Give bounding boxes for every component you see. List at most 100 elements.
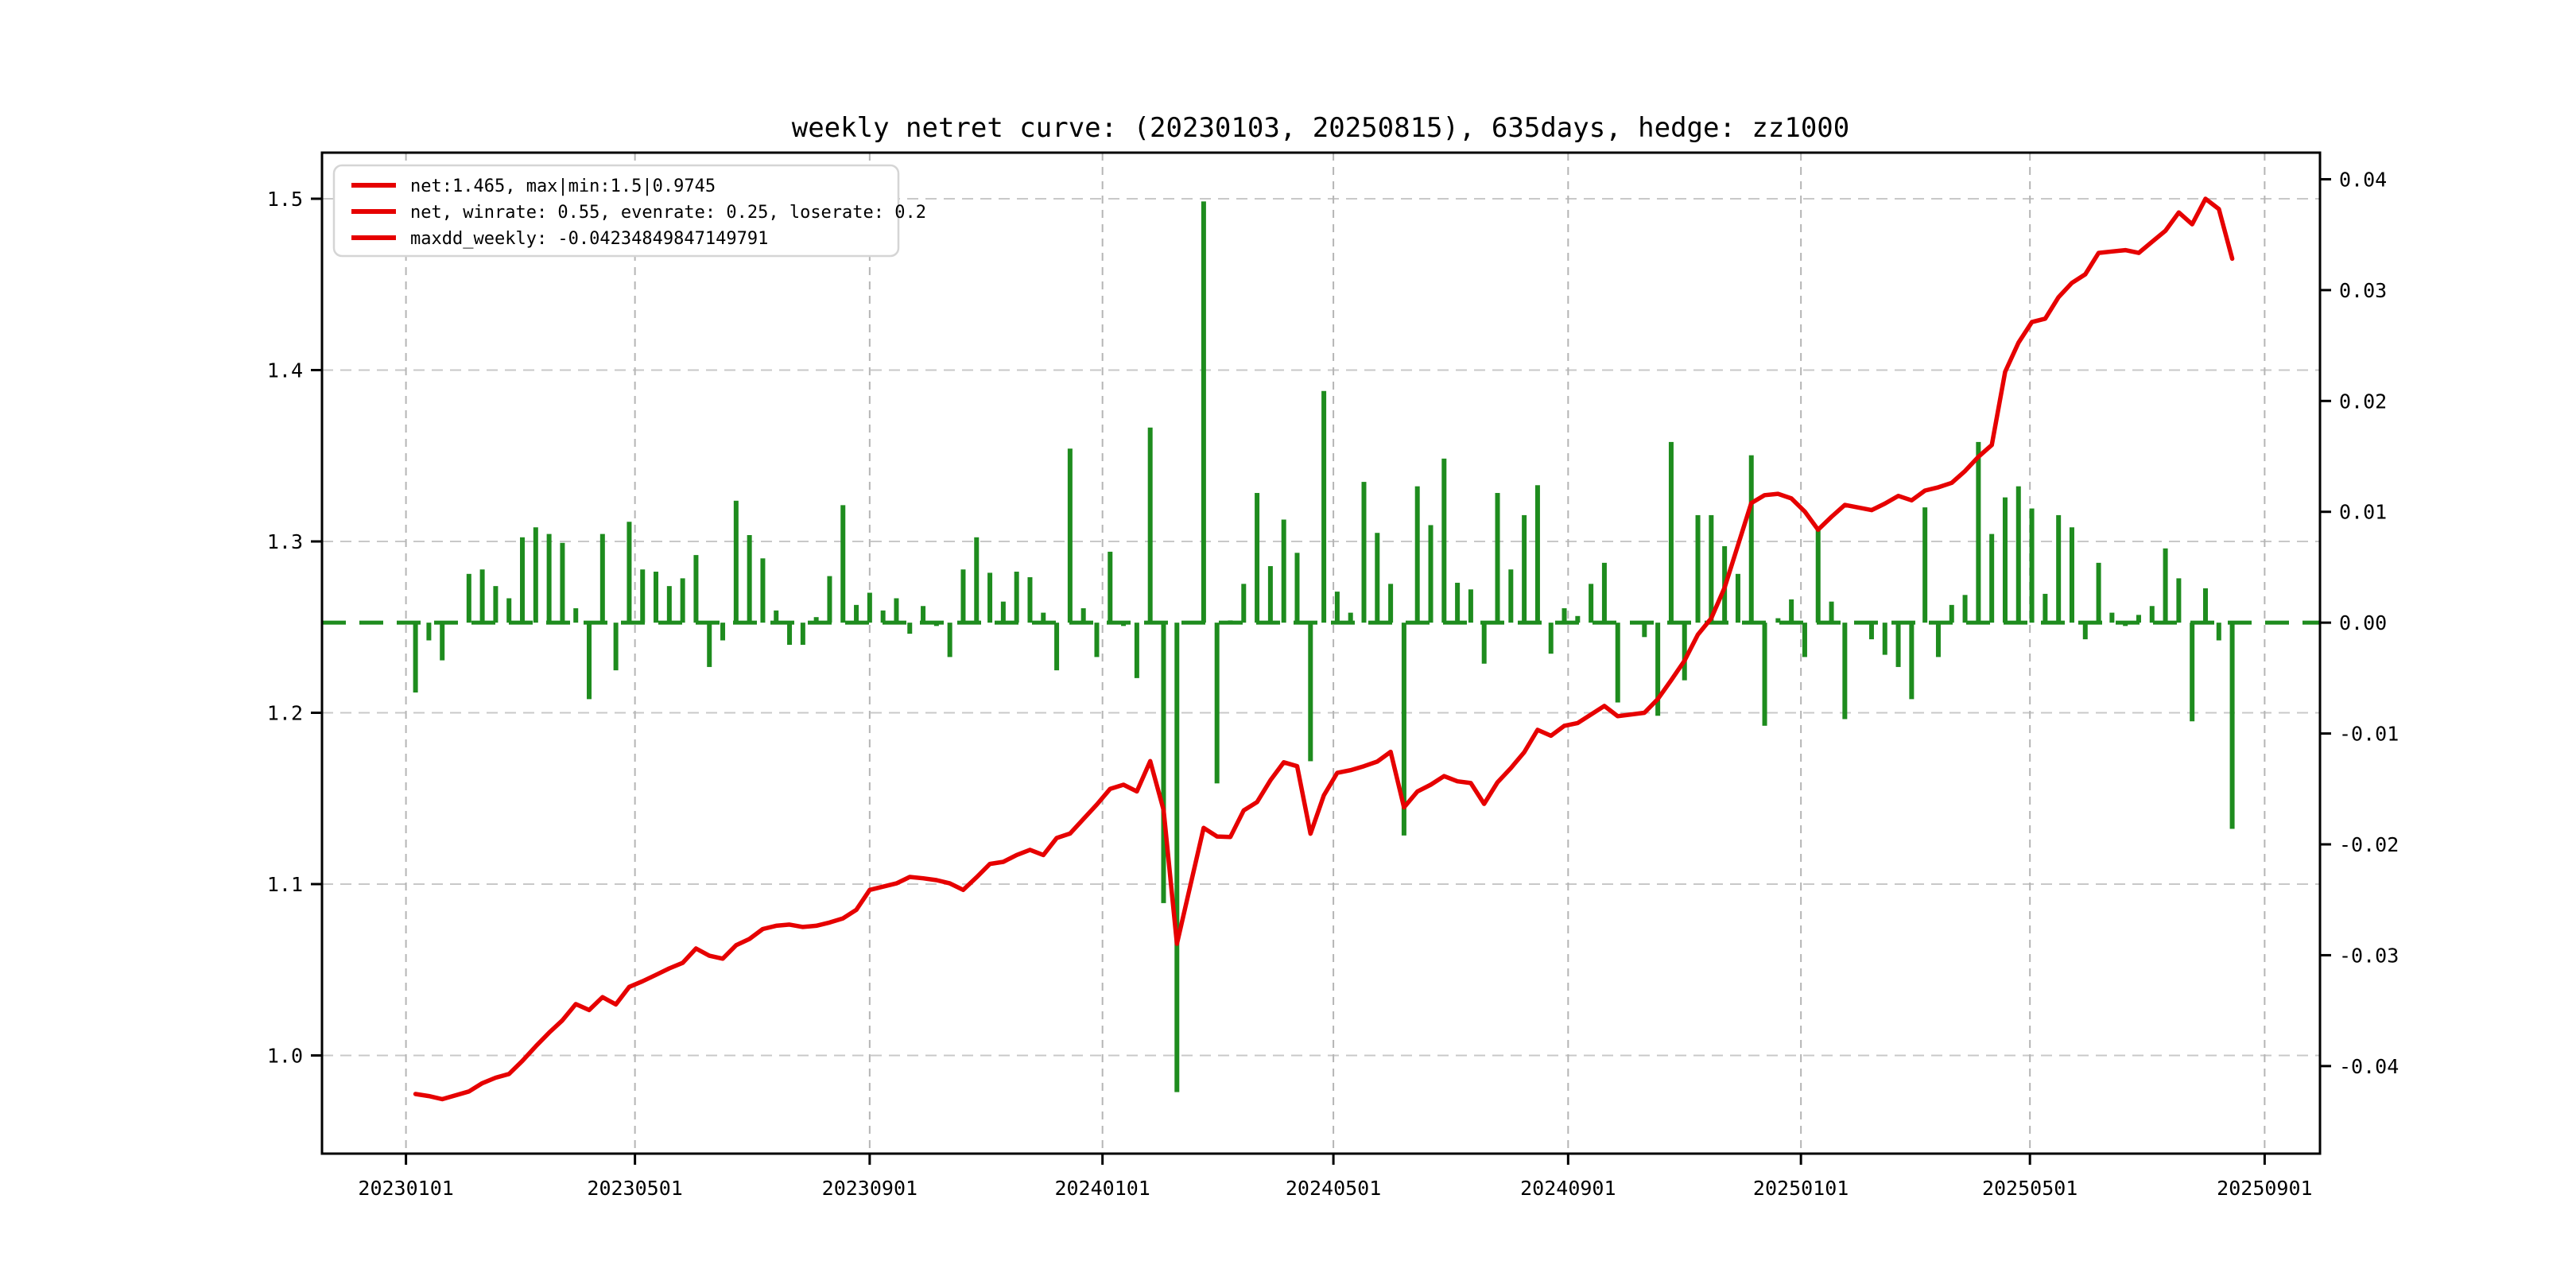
return-bar [894, 598, 899, 623]
return-bar [1054, 623, 1060, 671]
return-bar [1094, 623, 1100, 658]
return-bar [747, 535, 752, 623]
return-bar [2149, 606, 2155, 623]
return-bar [1441, 458, 1447, 623]
return-bar [1267, 566, 1273, 623]
y-right-tick-label: -0.01 [2339, 723, 2399, 746]
return-bar [1949, 604, 1954, 623]
return-bar [506, 598, 512, 623]
return-bar [1000, 601, 1006, 623]
return-bar [1414, 486, 1420, 623]
return-bar [613, 623, 619, 671]
netret-chart-figure: 20230101 20230501 20230901 20240101 20240501… [0, 0, 2576, 1288]
return-bar [800, 623, 805, 646]
y-left-tick-label: 1.5 [267, 188, 303, 211]
return-bar [1361, 482, 1367, 623]
return-bar [1695, 514, 1701, 623]
return-bar [1682, 623, 1687, 681]
return-bar [1428, 525, 1433, 623]
return-bar [493, 586, 499, 623]
return-bar [1962, 595, 1968, 623]
legend: net:1.465, max|min:1.5|0.9745 net, winra… [332, 164, 926, 258]
return-bar [666, 586, 672, 623]
y-left-tick-label: 1.2 [267, 701, 303, 724]
return-bar [1321, 390, 1327, 623]
return-bar [2069, 527, 2074, 623]
y-left-tick-label: 1.1 [267, 873, 303, 896]
return-bar [840, 505, 846, 623]
return-bar [1548, 623, 1554, 654]
return-bar [1601, 562, 1607, 623]
return-bar [1281, 519, 1286, 623]
return-bar [1468, 589, 1473, 623]
return-bar [2056, 514, 2062, 623]
return-bar [974, 537, 980, 623]
y-left-tick-label: 1.3 [267, 530, 303, 553]
return-bar [1201, 201, 1206, 623]
return-bar [827, 576, 832, 623]
return-bar [2043, 593, 2048, 623]
return-bar [707, 623, 712, 667]
return-bar [1067, 448, 1073, 623]
return-bar [1522, 514, 1527, 623]
return-bar [1308, 623, 1313, 762]
return-bar [1909, 623, 1915, 700]
return-bar [1668, 441, 1674, 623]
return-bar [2176, 578, 2182, 623]
return-bar [479, 569, 485, 623]
return-bar [440, 623, 445, 661]
x-tick-label: 20230101 [358, 1177, 453, 1200]
return-bar [921, 606, 926, 623]
return-bar [1868, 623, 1874, 640]
y-right-tick-label: 0.04 [2339, 168, 2387, 191]
return-bar [1935, 623, 1941, 658]
return-bar [1829, 601, 1834, 623]
y-right-tick-label: 0.03 [2339, 279, 2387, 302]
return-bar [533, 527, 538, 623]
return-bar [1027, 576, 1033, 623]
return-bar [960, 569, 966, 623]
return-bar [1534, 485, 1540, 623]
return-bar [546, 533, 552, 623]
return-bar [413, 623, 418, 692]
return-bar [1762, 623, 1767, 726]
return-bar [907, 623, 913, 634]
return-bar [627, 522, 632, 623]
return-bar [1080, 608, 1086, 623]
return-bar [720, 623, 726, 641]
return-bar [426, 623, 432, 641]
return-bar [1895, 623, 1901, 667]
y-right-tick-label: -0.03 [2339, 944, 2399, 967]
return-bar [1255, 493, 1260, 623]
return-bar [1976, 441, 1981, 623]
x-tick-label: 20240101 [1054, 1177, 1150, 1200]
return-bar [1748, 455, 1754, 623]
return-bar [1802, 623, 1807, 658]
return-bar [1481, 623, 1487, 664]
y-right-tick-label: -0.04 [2339, 1055, 2399, 1078]
y-right-tick-label: 0.01 [2339, 501, 2387, 524]
return-bar [2109, 612, 2115, 623]
return-bar [1214, 623, 1220, 784]
return-bar [1815, 527, 1821, 623]
return-bar [1922, 507, 1928, 623]
return-bar [1508, 569, 1514, 623]
return-bar [2202, 588, 2208, 623]
return-bar [1709, 514, 1714, 623]
return-bar [733, 500, 739, 623]
x-tick-label: 20250501 [1982, 1177, 2077, 1200]
return-bar [560, 542, 565, 623]
return-bar [787, 623, 793, 646]
return-bar [1455, 582, 1461, 623]
return-bar [1562, 608, 1567, 623]
return-bar [654, 572, 659, 623]
return-bar [2082, 623, 2088, 640]
return-bar [520, 537, 526, 623]
return-bar [854, 604, 859, 623]
return-bar [466, 573, 471, 623]
chart-title: weekly netret curve: (20230103, 20250815… [792, 112, 1850, 144]
return-bar [1615, 623, 1620, 703]
return-bar [1294, 553, 1300, 623]
return-bar [2229, 623, 2235, 829]
x-tick-label: 20240501 [1286, 1177, 1381, 1200]
